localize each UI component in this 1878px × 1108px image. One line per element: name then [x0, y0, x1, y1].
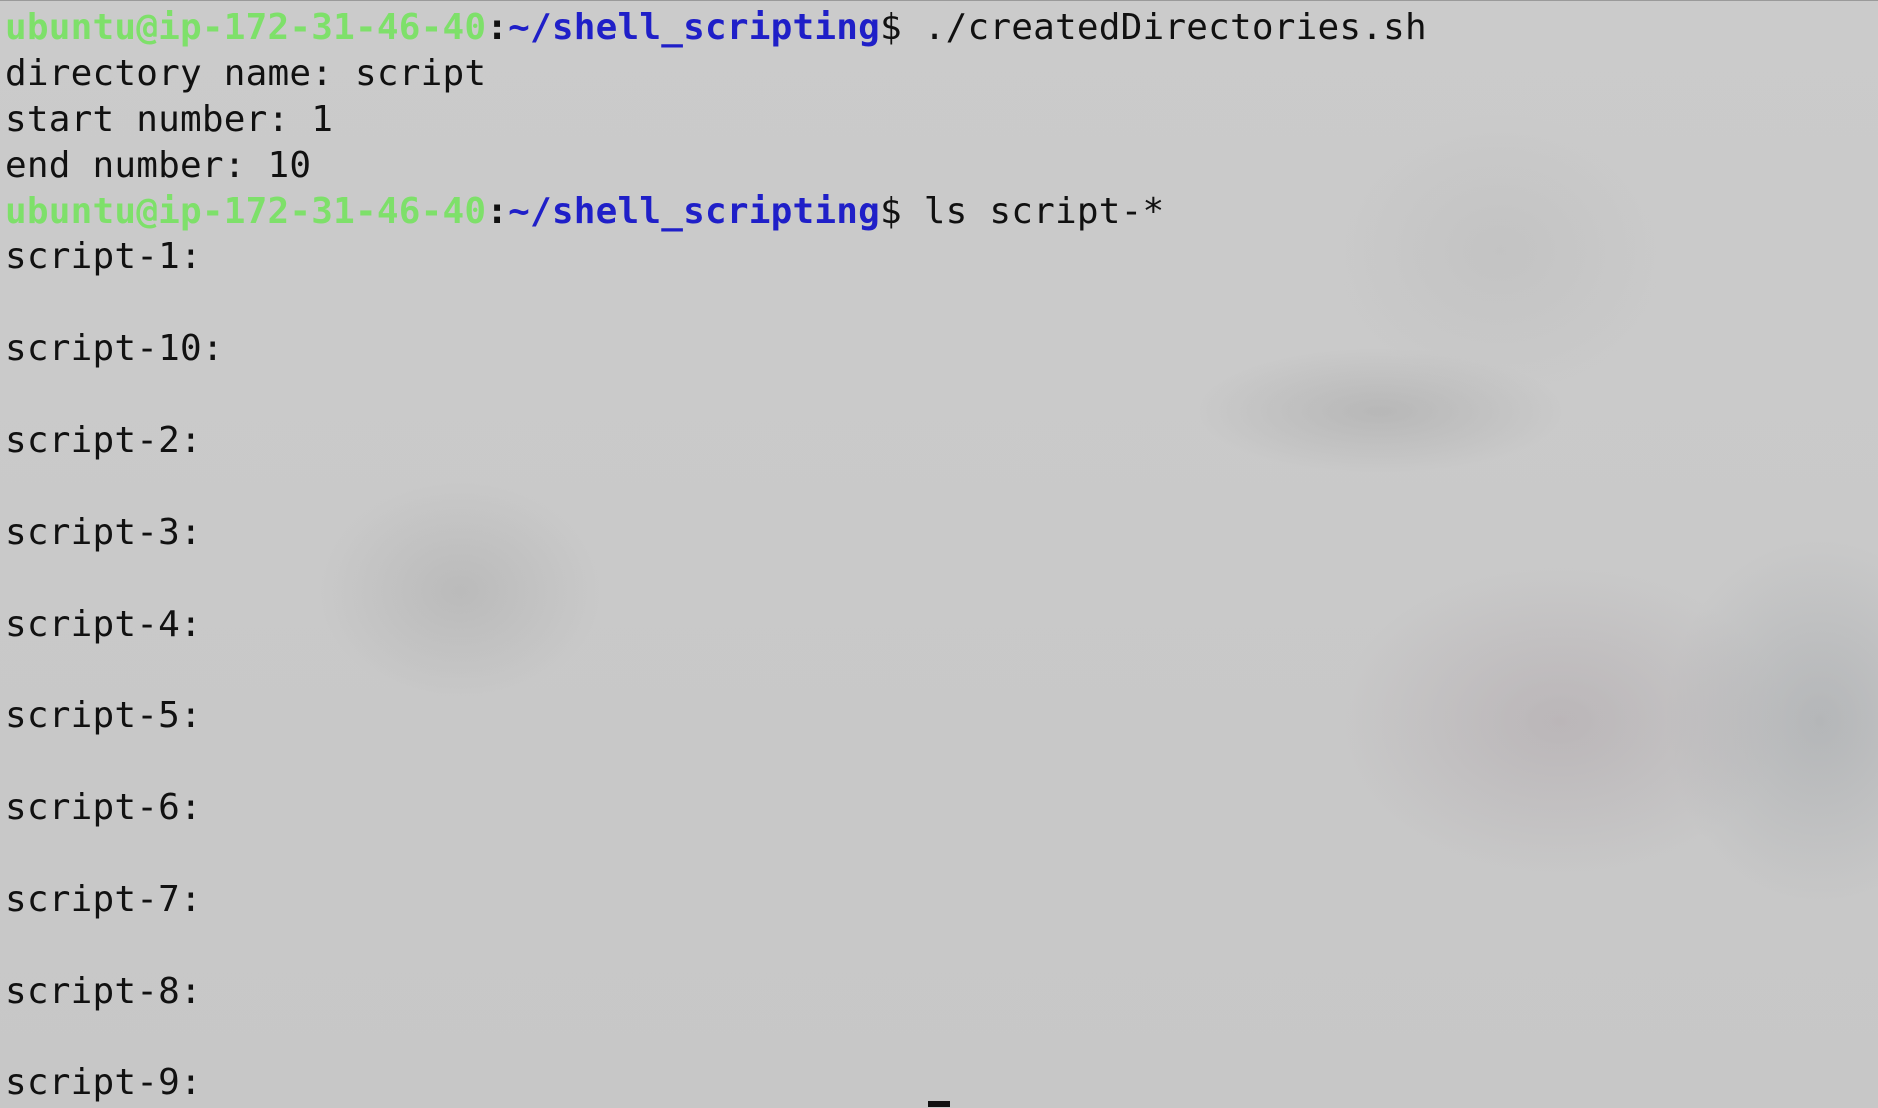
output-line: script-5: [5, 695, 202, 737]
command-text: ./createdDirectories.sh [901, 7, 1427, 48]
prompt-line: ubuntu@ip-172-31-46-40:~/shell_scripting… [5, 189, 1427, 235]
output-line: script-2: [5, 420, 202, 462]
output-line: script-9: [5, 1062, 202, 1104]
prompt-user-host: ubuntu@ip-172-31-46-40 [5, 7, 487, 48]
output-line: script-3: [5, 511, 202, 553]
prompt-line: ubuntu@ip-172-31-46-40:~/shell_scripting… [5, 5, 1427, 51]
prompt-symbol: $ [879, 190, 902, 232]
text-cursor [928, 1101, 950, 1107]
output-line: script-8: [5, 970, 202, 1012]
prompt-separator: : [486, 7, 509, 48]
prompt-path: ~/shell_scripting [508, 190, 880, 232]
prompt-path: ~/shell_scripting [508, 7, 880, 48]
command-text: ls script-* [901, 190, 1165, 232]
output-line: script-4: [5, 603, 202, 645]
output-line: script-10: [5, 328, 224, 370]
output-line: start number: 1 [5, 98, 334, 140]
prompt-separator: : [486, 190, 509, 232]
output-line: script-7: [5, 878, 202, 920]
output-line: end number: 10 [5, 144, 312, 186]
output-line: script-1: [5, 236, 202, 278]
output-line: script-6: [5, 787, 202, 829]
terminal-window[interactable]: ubuntu@ip-172-31-46-40:~/shell_scripting… [0, 0, 1878, 1108]
prompt-symbol: $ [879, 7, 902, 48]
prompt-user-host: ubuntu@ip-172-31-46-40 [5, 190, 487, 232]
output-line: directory name: script [5, 52, 487, 94]
terminal-output: ubuntu@ip-172-31-46-40:~/shell_scripting… [5, 5, 1427, 1106]
